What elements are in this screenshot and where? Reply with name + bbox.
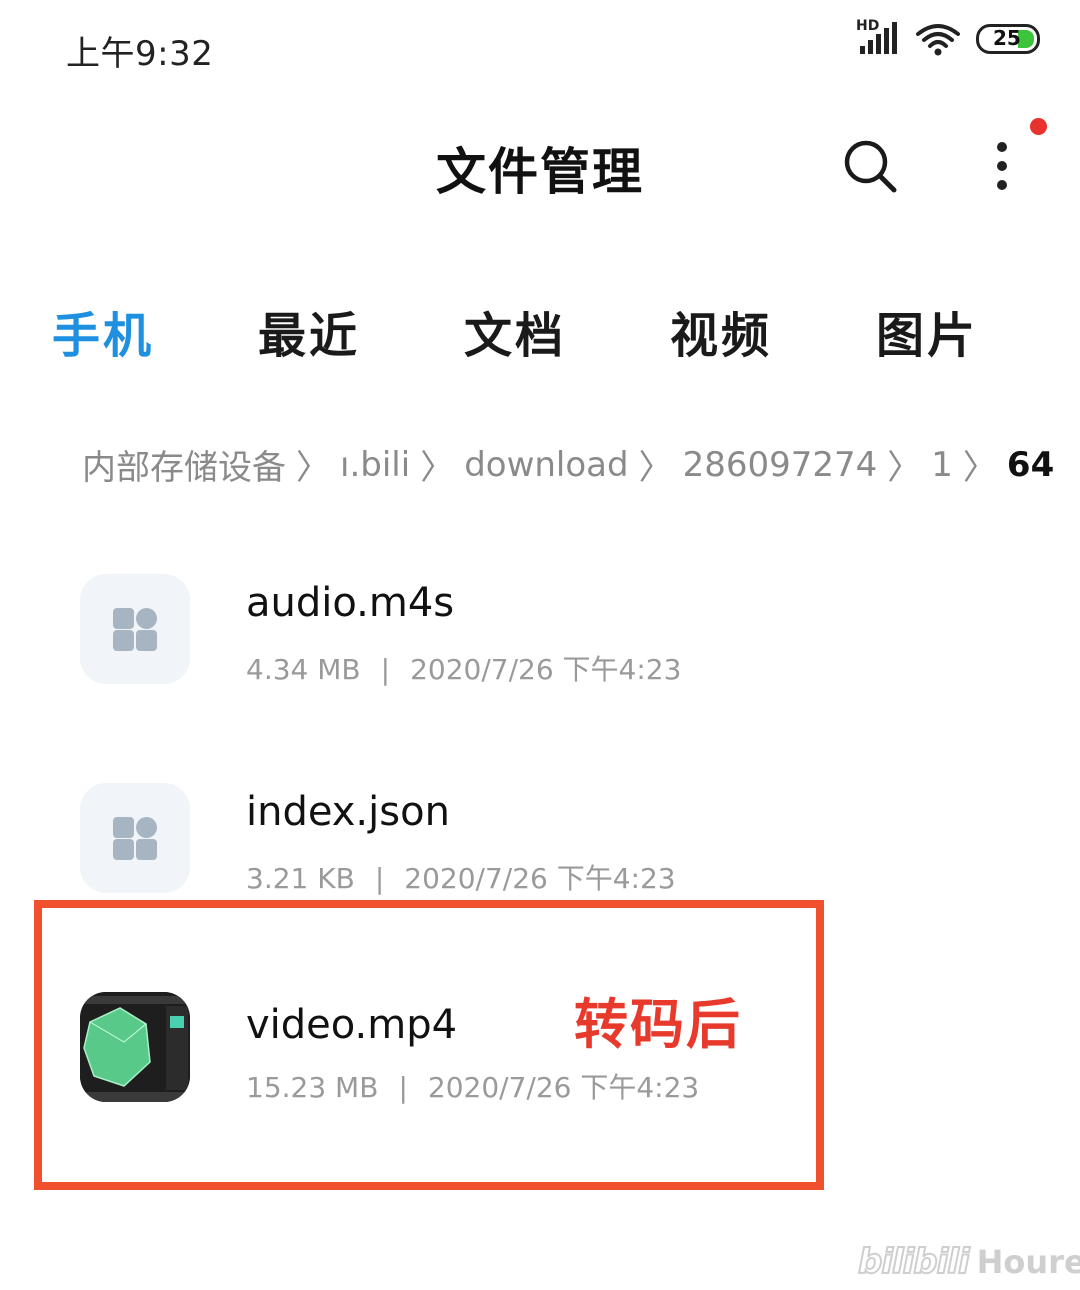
watermark: bilibili Hourea bbox=[857, 1241, 1080, 1283]
chevron-right-icon: 〉 bbox=[887, 448, 922, 488]
battery-level: 25 bbox=[993, 26, 1021, 50]
breadcrumb-item-storage[interactable]: 内部存储设备 bbox=[82, 440, 286, 489]
file-name: audio.m4s bbox=[246, 580, 455, 626]
tab-phone[interactable]: 手机 bbox=[52, 296, 154, 366]
search-button[interactable] bbox=[842, 138, 898, 194]
watermark-author: Hourea bbox=[976, 1243, 1080, 1281]
wifi-icon bbox=[916, 24, 960, 56]
status-time: 上午9:32 bbox=[66, 34, 214, 74]
meta-divider: | bbox=[374, 862, 385, 895]
status-icons: HD 25 bbox=[856, 18, 1040, 56]
category-tabs: 手机 最近 文档 视频 图片 bbox=[0, 296, 1080, 366]
tab-recent[interactable]: 最近 bbox=[258, 296, 360, 366]
file-row-audio[interactable]: audio.m4s 4.34 MB | 2020/7/26 下午4:23 bbox=[0, 574, 1080, 714]
notification-dot bbox=[1030, 118, 1047, 135]
breadcrumb: 内部存储设备 〉 ı.bili 〉 download 〉 286097274 〉… bbox=[82, 440, 1054, 489]
annotation-label: 转码后 bbox=[574, 993, 742, 1056]
file-date: 2020/7/26 下午4:23 bbox=[410, 653, 682, 686]
chevron-right-icon: 〉 bbox=[638, 448, 673, 488]
file-size: 4.34 MB bbox=[246, 653, 361, 686]
breadcrumb-item-id[interactable]: 286097274 bbox=[683, 445, 878, 485]
page-title: 文件管理 bbox=[436, 143, 644, 201]
chevron-right-icon: 〉 bbox=[420, 448, 455, 488]
breadcrumb-item-download[interactable]: download bbox=[464, 445, 628, 485]
file-size: 3.21 KB bbox=[246, 862, 355, 895]
app-grid-icon bbox=[80, 574, 190, 684]
tab-videos[interactable]: 视频 bbox=[670, 296, 772, 366]
tab-documents[interactable]: 文档 bbox=[464, 296, 566, 366]
file-meta: 4.34 MB | 2020/7/26 下午4:23 bbox=[246, 648, 681, 688]
meta-divider: | bbox=[380, 653, 391, 686]
tab-images[interactable]: 图片 bbox=[876, 296, 978, 366]
signal-icon: HD bbox=[856, 18, 900, 56]
breadcrumb-item-episode[interactable]: 1 bbox=[931, 445, 953, 485]
breadcrumb-current: 64 bbox=[1006, 444, 1055, 485]
more-options-button[interactable] bbox=[980, 136, 1024, 196]
battery-icon: 25 bbox=[976, 24, 1040, 54]
app-grid-icon bbox=[80, 783, 190, 893]
breadcrumb-item-bili[interactable]: ı.bili bbox=[340, 445, 410, 485]
search-icon bbox=[844, 140, 897, 193]
chevron-right-icon: 〉 bbox=[962, 448, 997, 488]
bilibili-logo: bilibili bbox=[857, 1241, 971, 1283]
chevron-right-icon: 〉 bbox=[296, 448, 330, 488]
file-name: index.json bbox=[246, 789, 450, 835]
file-meta: 3.21 KB | 2020/7/26 下午4:23 bbox=[246, 857, 676, 897]
file-date: 2020/7/26 下午4:23 bbox=[404, 862, 676, 895]
